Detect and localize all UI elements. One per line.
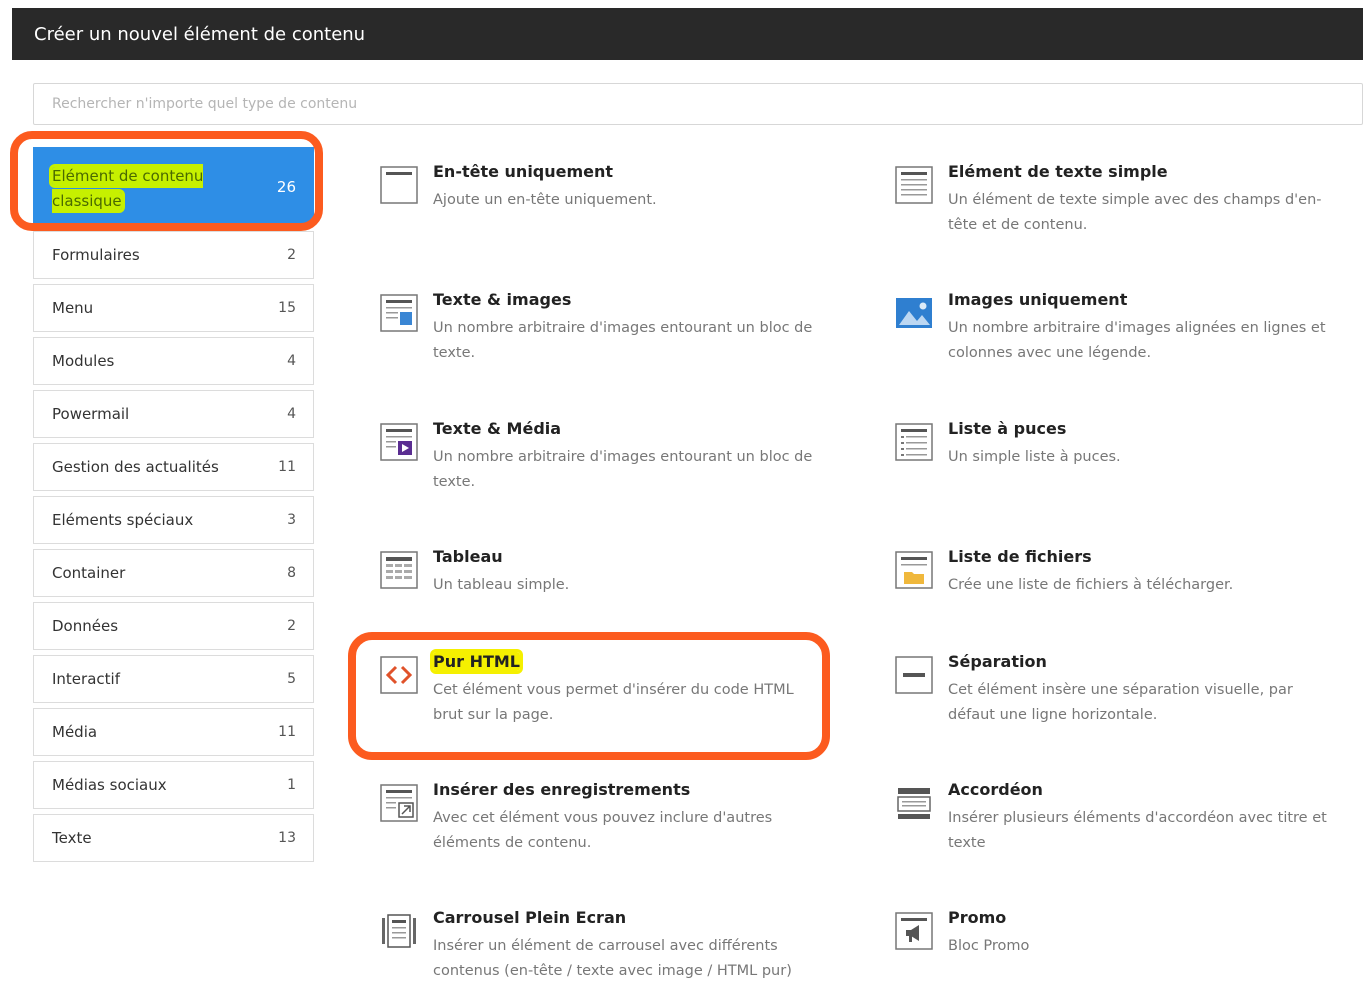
- element-title: Accordéon: [948, 780, 1043, 799]
- text-media-icon: [380, 423, 418, 461]
- element-description: Un nombre arbitraire d'images entourant …: [433, 449, 813, 490]
- tab-social-media[interactable]: Médias sociaux 1: [33, 761, 314, 809]
- element-description: Un simple liste à puces.: [948, 449, 1121, 465]
- element-title: Tableau: [433, 547, 503, 566]
- element-description: Crée une liste de fichiers à télécharger…: [948, 577, 1234, 593]
- tab-powermail[interactable]: Powermail 4: [33, 390, 314, 438]
- tab-count: 26: [276, 177, 296, 196]
- tab-label: Texte: [52, 829, 92, 847]
- table-icon: [380, 551, 418, 589]
- divider-icon: [895, 656, 933, 694]
- tab-classic-content[interactable]: Elément de contenu classique 26: [33, 147, 314, 226]
- tab-news[interactable]: Gestion des actualités 11: [33, 443, 314, 491]
- element-title: Promo: [948, 908, 1007, 927]
- element-description: Un nombre arbitraire d'images entourant …: [433, 320, 813, 361]
- tab-special-elements[interactable]: Eléments spéciaux 3: [33, 496, 314, 544]
- tab-interactive[interactable]: Interactif 5: [33, 655, 314, 703]
- tab-label: Powermail: [52, 405, 130, 423]
- modal-title-bar: Créer un nouvel élément de contenu: [12, 8, 1363, 60]
- tab-label: Gestion des actualités: [52, 458, 219, 476]
- bullet-list-icon: [895, 423, 933, 461]
- tab-count: 11: [278, 459, 296, 475]
- category-tabs: Elément de contenu classique 26 Formulai…: [33, 147, 314, 867]
- tab-label: Menu: [52, 299, 94, 317]
- text-icon: [895, 166, 933, 204]
- element-title: Carrousel Plein Ecran: [433, 908, 627, 927]
- tab-count: 11: [278, 724, 296, 740]
- tab-count: 4: [287, 353, 296, 369]
- text-image-icon: [380, 294, 418, 332]
- tab-label: Données: [52, 617, 119, 635]
- element-description: Cet élément insère une séparation visuel…: [948, 682, 1293, 723]
- html-icon: [380, 656, 418, 694]
- promo-icon: [895, 912, 933, 950]
- element-description: Cet élément vous permet d'insérer du cod…: [433, 682, 794, 723]
- element-title: Texte & Média: [433, 419, 562, 438]
- element-title: Images uniquement: [948, 290, 1128, 309]
- tab-modules[interactable]: Modules 4: [33, 337, 314, 385]
- tab-data[interactable]: Données 2: [33, 602, 314, 650]
- tab-count: 5: [287, 671, 296, 687]
- tab-count: 13: [278, 830, 296, 846]
- element-title: En-tête uniquement: [433, 162, 614, 181]
- tab-count: 3: [287, 512, 296, 528]
- element-description: Bloc Promo: [948, 938, 1030, 954]
- tab-count: 4: [287, 406, 296, 422]
- carousel-icon: [382, 914, 416, 948]
- element-title: Pur HTML: [433, 652, 520, 671]
- tab-label: Interactif: [52, 670, 120, 688]
- tab-label: Eléments spéciaux: [52, 511, 194, 529]
- element-description: Un élément de texte simple avec des cham…: [948, 192, 1322, 233]
- element-title: Insérer des enregistrements: [433, 780, 691, 799]
- tab-count: 15: [278, 300, 296, 316]
- tab-count: 2: [287, 247, 296, 263]
- images-icon: [896, 298, 932, 328]
- accordion-icon: [897, 788, 931, 819]
- modal-title: Créer un nouvel élément de contenu: [34, 23, 366, 45]
- element-description: Insérer un élément de carrousel avec dif…: [433, 938, 792, 979]
- tab-count: 1: [287, 777, 296, 793]
- tab-media[interactable]: Média 11: [33, 708, 314, 756]
- tab-label: Médias sociaux: [52, 776, 167, 794]
- tab-label: Média: [52, 723, 98, 741]
- element-title: Elément de texte simple: [948, 162, 1168, 181]
- element-description: Un nombre arbitraire d'images alignées e…: [948, 320, 1326, 361]
- tab-container[interactable]: Container 8: [33, 549, 314, 597]
- tab-label: Container: [52, 564, 126, 582]
- element-title: Texte & images: [433, 290, 572, 309]
- element-title: Liste à puces: [948, 419, 1067, 438]
- tab-count: 2: [287, 618, 296, 634]
- search-input[interactable]: [33, 83, 1363, 125]
- tab-forms[interactable]: Formulaires 2: [33, 231, 314, 279]
- tab-count: 8: [287, 565, 296, 581]
- tab-label: Elément de contenu classique: [52, 167, 204, 210]
- element-description: Avec cet élément vous pouvez inclure d'a…: [433, 810, 773, 851]
- tab-label: Formulaires: [52, 246, 140, 264]
- header-icon: [380, 166, 418, 204]
- tab-text[interactable]: Texte 13: [33, 814, 314, 862]
- tab-label: Modules: [52, 352, 115, 370]
- element-description: Un tableau simple.: [433, 577, 570, 593]
- element-description: Ajoute un en-tête uniquement.: [433, 192, 657, 208]
- element-title: Liste de fichiers: [948, 547, 1092, 566]
- file-list-icon: [895, 551, 933, 589]
- tab-menu[interactable]: Menu 15: [33, 284, 314, 332]
- element-title: Séparation: [948, 652, 1047, 671]
- records-icon: [380, 784, 418, 822]
- element-description: Insérer plusieurs éléments d'accordéon a…: [948, 810, 1327, 851]
